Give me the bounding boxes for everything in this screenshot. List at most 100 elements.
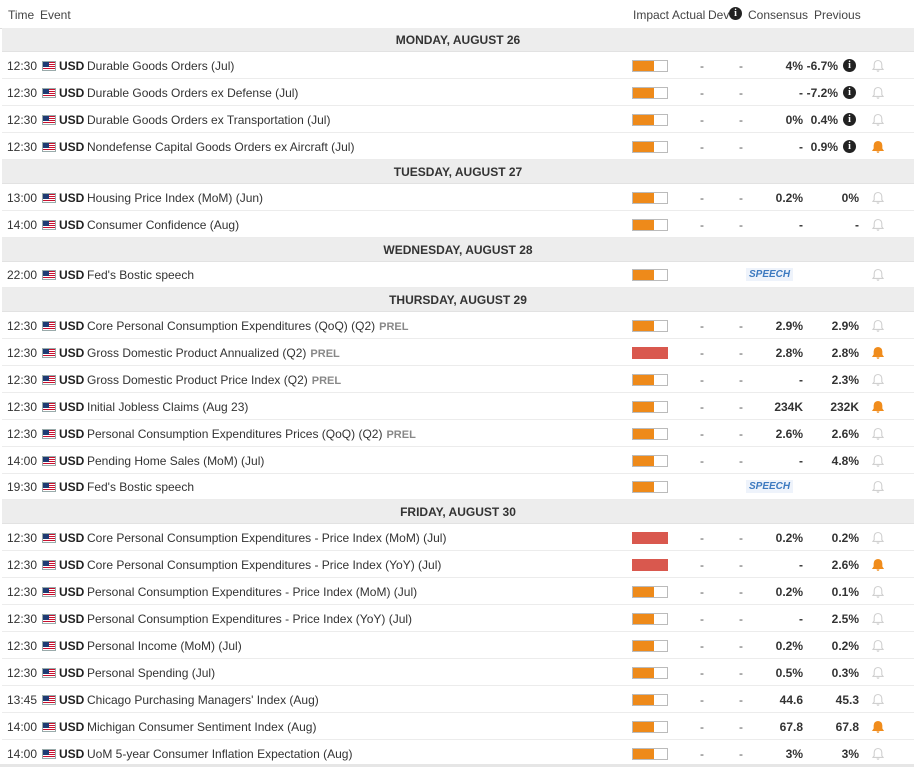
bell-icon[interactable]	[871, 612, 885, 626]
event-row[interactable]: 12:30 USD Personal Consumption Expenditure…	[2, 420, 914, 447]
event-name[interactable]: Durable Goods Orders ex Defense (Jul)	[87, 86, 298, 100]
event-name-text[interactable]: Pending Home Sales (MoM) (Jul)	[87, 454, 264, 468]
event-name[interactable]: Personal Consumption Expenditures Prices…	[87, 427, 416, 441]
bell-icon[interactable]	[871, 59, 885, 73]
dev-info-icon[interactable]: i	[729, 7, 742, 20]
event-name-text[interactable]: Housing Price Index (MoM) (Jun)	[87, 191, 263, 205]
bell-icon[interactable]	[871, 531, 885, 545]
event-row[interactable]: 22:00 USD Fed's Bostic speech SPEECH	[2, 262, 914, 288]
event-name-text[interactable]: Durable Goods Orders ex Defense (Jul)	[87, 86, 298, 100]
event-name[interactable]: Michigan Consumer Sentiment Index (Aug)	[87, 720, 316, 734]
header-impact[interactable]: Impact	[633, 8, 669, 22]
bell-active-icon[interactable]	[871, 140, 885, 154]
previous-info-icon[interactable]: i	[843, 139, 856, 153]
event-name[interactable]: Personal Income (MoM) (Jul)	[87, 639, 242, 653]
event-name[interactable]: Nondefense Capital Goods Orders ex Aircr…	[87, 140, 354, 154]
header-time[interactable]: Time	[8, 8, 34, 22]
event-row[interactable]: 13:45 USD Chicago Purchasing Managers' Ind…	[2, 686, 914, 713]
event-name[interactable]: Durable Goods Orders (Jul)	[87, 59, 234, 73]
bell-icon[interactable]	[871, 693, 885, 707]
header-actual[interactable]: Actual	[672, 8, 705, 22]
bell-active-icon[interactable]	[871, 558, 885, 572]
previous-info-icon[interactable]: i	[843, 112, 856, 126]
event-name[interactable]: Core Personal Consumption Expenditures -…	[87, 558, 441, 572]
event-name[interactable]: Personal Consumption Expenditures - Pric…	[87, 612, 412, 626]
event-row[interactable]: 12:30 USD Durable Goods Orders ex Defense …	[2, 79, 914, 106]
event-name-text[interactable]: Personal Consumption Expenditures - Pric…	[87, 612, 412, 626]
event-name[interactable]: Personal Consumption Expenditures - Pric…	[87, 585, 417, 599]
event-name[interactable]: Gross Domestic Product Annualized (Q2) PR…	[87, 346, 340, 360]
event-name[interactable]: Initial Jobless Claims (Aug 23)	[87, 400, 248, 414]
event-row[interactable]: 13:00 USD Housing Price Index (MoM) (Jun) -…	[2, 184, 914, 211]
event-name-text[interactable]: Consumer Confidence (Aug)	[87, 218, 239, 232]
event-name[interactable]: Personal Spending (Jul)	[87, 666, 215, 680]
event-row[interactable]: 12:30 USD Personal Spending (Jul) - - 0.5% 0.3…	[2, 659, 914, 686]
event-name-text[interactable]: Fed's Bostic speech	[87, 268, 194, 282]
event-row[interactable]: 12:30 USD Personal Consumption Expenditure…	[2, 578, 914, 605]
bell-icon[interactable]	[871, 86, 885, 100]
event-row[interactable]: 12:30 USD Core Personal Consumption Expend…	[2, 312, 914, 339]
bell-icon[interactable]	[871, 113, 885, 127]
bell-icon[interactable]	[871, 373, 885, 387]
bell-icon[interactable]	[871, 268, 885, 282]
header-event[interactable]: Event	[40, 8, 71, 22]
event-name-text[interactable]: Chicago Purchasing Managers' Index (Aug)	[87, 693, 319, 707]
bell-icon[interactable]	[871, 218, 885, 232]
event-name-text[interactable]: Initial Jobless Claims (Aug 23)	[87, 400, 248, 414]
event-row[interactable]: 14:00 USD UoM 5-year Consumer Inflation Ex…	[2, 740, 914, 767]
event-row[interactable]: 12:30 USD Durable Goods Orders ex Transpor…	[2, 106, 914, 133]
bell-active-icon[interactable]	[871, 400, 885, 414]
event-name[interactable]: Housing Price Index (MoM) (Jun)	[87, 191, 263, 205]
bell-icon[interactable]	[871, 454, 885, 468]
event-name-text[interactable]: Personal Consumption Expenditures Prices…	[87, 427, 382, 441]
event-name[interactable]: Core Personal Consumption Expenditures -…	[87, 531, 446, 545]
event-name-text[interactable]: Durable Goods Orders (Jul)	[87, 59, 234, 73]
bell-icon[interactable]	[871, 639, 885, 653]
event-row[interactable]: 14:00 USD Michigan Consumer Sentiment Inde…	[2, 713, 914, 740]
previous-info-icon[interactable]: i	[843, 85, 856, 99]
event-row[interactable]: 12:30 USD Durable Goods Orders (Jul) - - 4% -6…	[2, 52, 914, 79]
event-name-text[interactable]: Michigan Consumer Sentiment Index (Aug)	[87, 720, 316, 734]
event-row[interactable]: 12:30 USD Core Personal Consumption Expend…	[2, 524, 914, 551]
event-name-text[interactable]: Durable Goods Orders ex Transportation (…	[87, 113, 330, 127]
event-name[interactable]: Chicago Purchasing Managers' Index (Aug)	[87, 693, 319, 707]
event-name[interactable]: Durable Goods Orders ex Transportation (…	[87, 113, 330, 127]
event-row[interactable]: 12:30 USD Gross Domestic Product Price Ind…	[2, 366, 914, 393]
event-row[interactable]: 12:30 USD Gross Domestic Product Annualize…	[2, 339, 914, 366]
bell-icon[interactable]	[871, 319, 885, 333]
event-name[interactable]: UoM 5-year Consumer Inflation Expectatio…	[87, 747, 352, 761]
header-dev[interactable]: Dev	[708, 8, 729, 22]
event-row[interactable]: 12:30 USD Personal Consumption Expenditure…	[2, 605, 914, 632]
event-name-text[interactable]: Fed's Bostic speech	[87, 480, 194, 494]
previous-info-icon[interactable]: i	[843, 58, 856, 72]
bell-icon[interactable]	[871, 585, 885, 599]
event-row[interactable]: 12:30 USD Personal Income (MoM) (Jul) - - 0.2…	[2, 632, 914, 659]
event-name[interactable]: Gross Domestic Product Price Index (Q2) P…	[87, 373, 341, 387]
event-row[interactable]: 12:30 USD Nondefense Capital Goods Orders …	[2, 133, 914, 160]
event-name[interactable]: Core Personal Consumption Expenditures (…	[87, 319, 408, 333]
event-row[interactable]: 14:00 USD Consumer Confidence (Aug) - - - -	[2, 211, 914, 238]
bell-icon[interactable]	[871, 427, 885, 441]
event-name-text[interactable]: Gross Domestic Product Price Index (Q2)	[87, 373, 308, 387]
event-name-text[interactable]: UoM 5-year Consumer Inflation Expectatio…	[87, 747, 352, 761]
event-row[interactable]: 12:30 USD Initial Jobless Claims (Aug 23) -…	[2, 393, 914, 420]
bell-icon[interactable]	[871, 666, 885, 680]
event-name[interactable]: Fed's Bostic speech	[87, 268, 194, 282]
header-previous[interactable]: Previous	[814, 8, 861, 22]
bell-icon[interactable]	[871, 480, 885, 494]
header-consensus[interactable]: Consensus	[748, 8, 808, 22]
event-name-text[interactable]: Personal Consumption Expenditures - Pric…	[87, 585, 417, 599]
event-name-text[interactable]: Personal Spending (Jul)	[87, 666, 215, 680]
bell-active-icon[interactable]	[871, 346, 885, 360]
event-name[interactable]: Fed's Bostic speech	[87, 480, 194, 494]
event-row[interactable]: 12:30 USD Core Personal Consumption Expend…	[2, 551, 914, 578]
event-name[interactable]: Pending Home Sales (MoM) (Jul)	[87, 454, 264, 468]
event-row[interactable]: 14:00 USD Pending Home Sales (MoM) (Jul) - -…	[2, 447, 914, 474]
event-name-text[interactable]: Core Personal Consumption Expenditures -…	[87, 531, 446, 545]
event-name-text[interactable]: Core Personal Consumption Expenditures (…	[87, 319, 375, 333]
bell-icon[interactable]	[871, 191, 885, 205]
event-row[interactable]: 19:30 USD Fed's Bostic speech SPEECH	[2, 474, 914, 500]
event-name-text[interactable]: Core Personal Consumption Expenditures -…	[87, 558, 441, 572]
event-name-text[interactable]: Nondefense Capital Goods Orders ex Aircr…	[87, 140, 354, 154]
event-name-text[interactable]: Gross Domestic Product Annualized (Q2)	[87, 346, 306, 360]
